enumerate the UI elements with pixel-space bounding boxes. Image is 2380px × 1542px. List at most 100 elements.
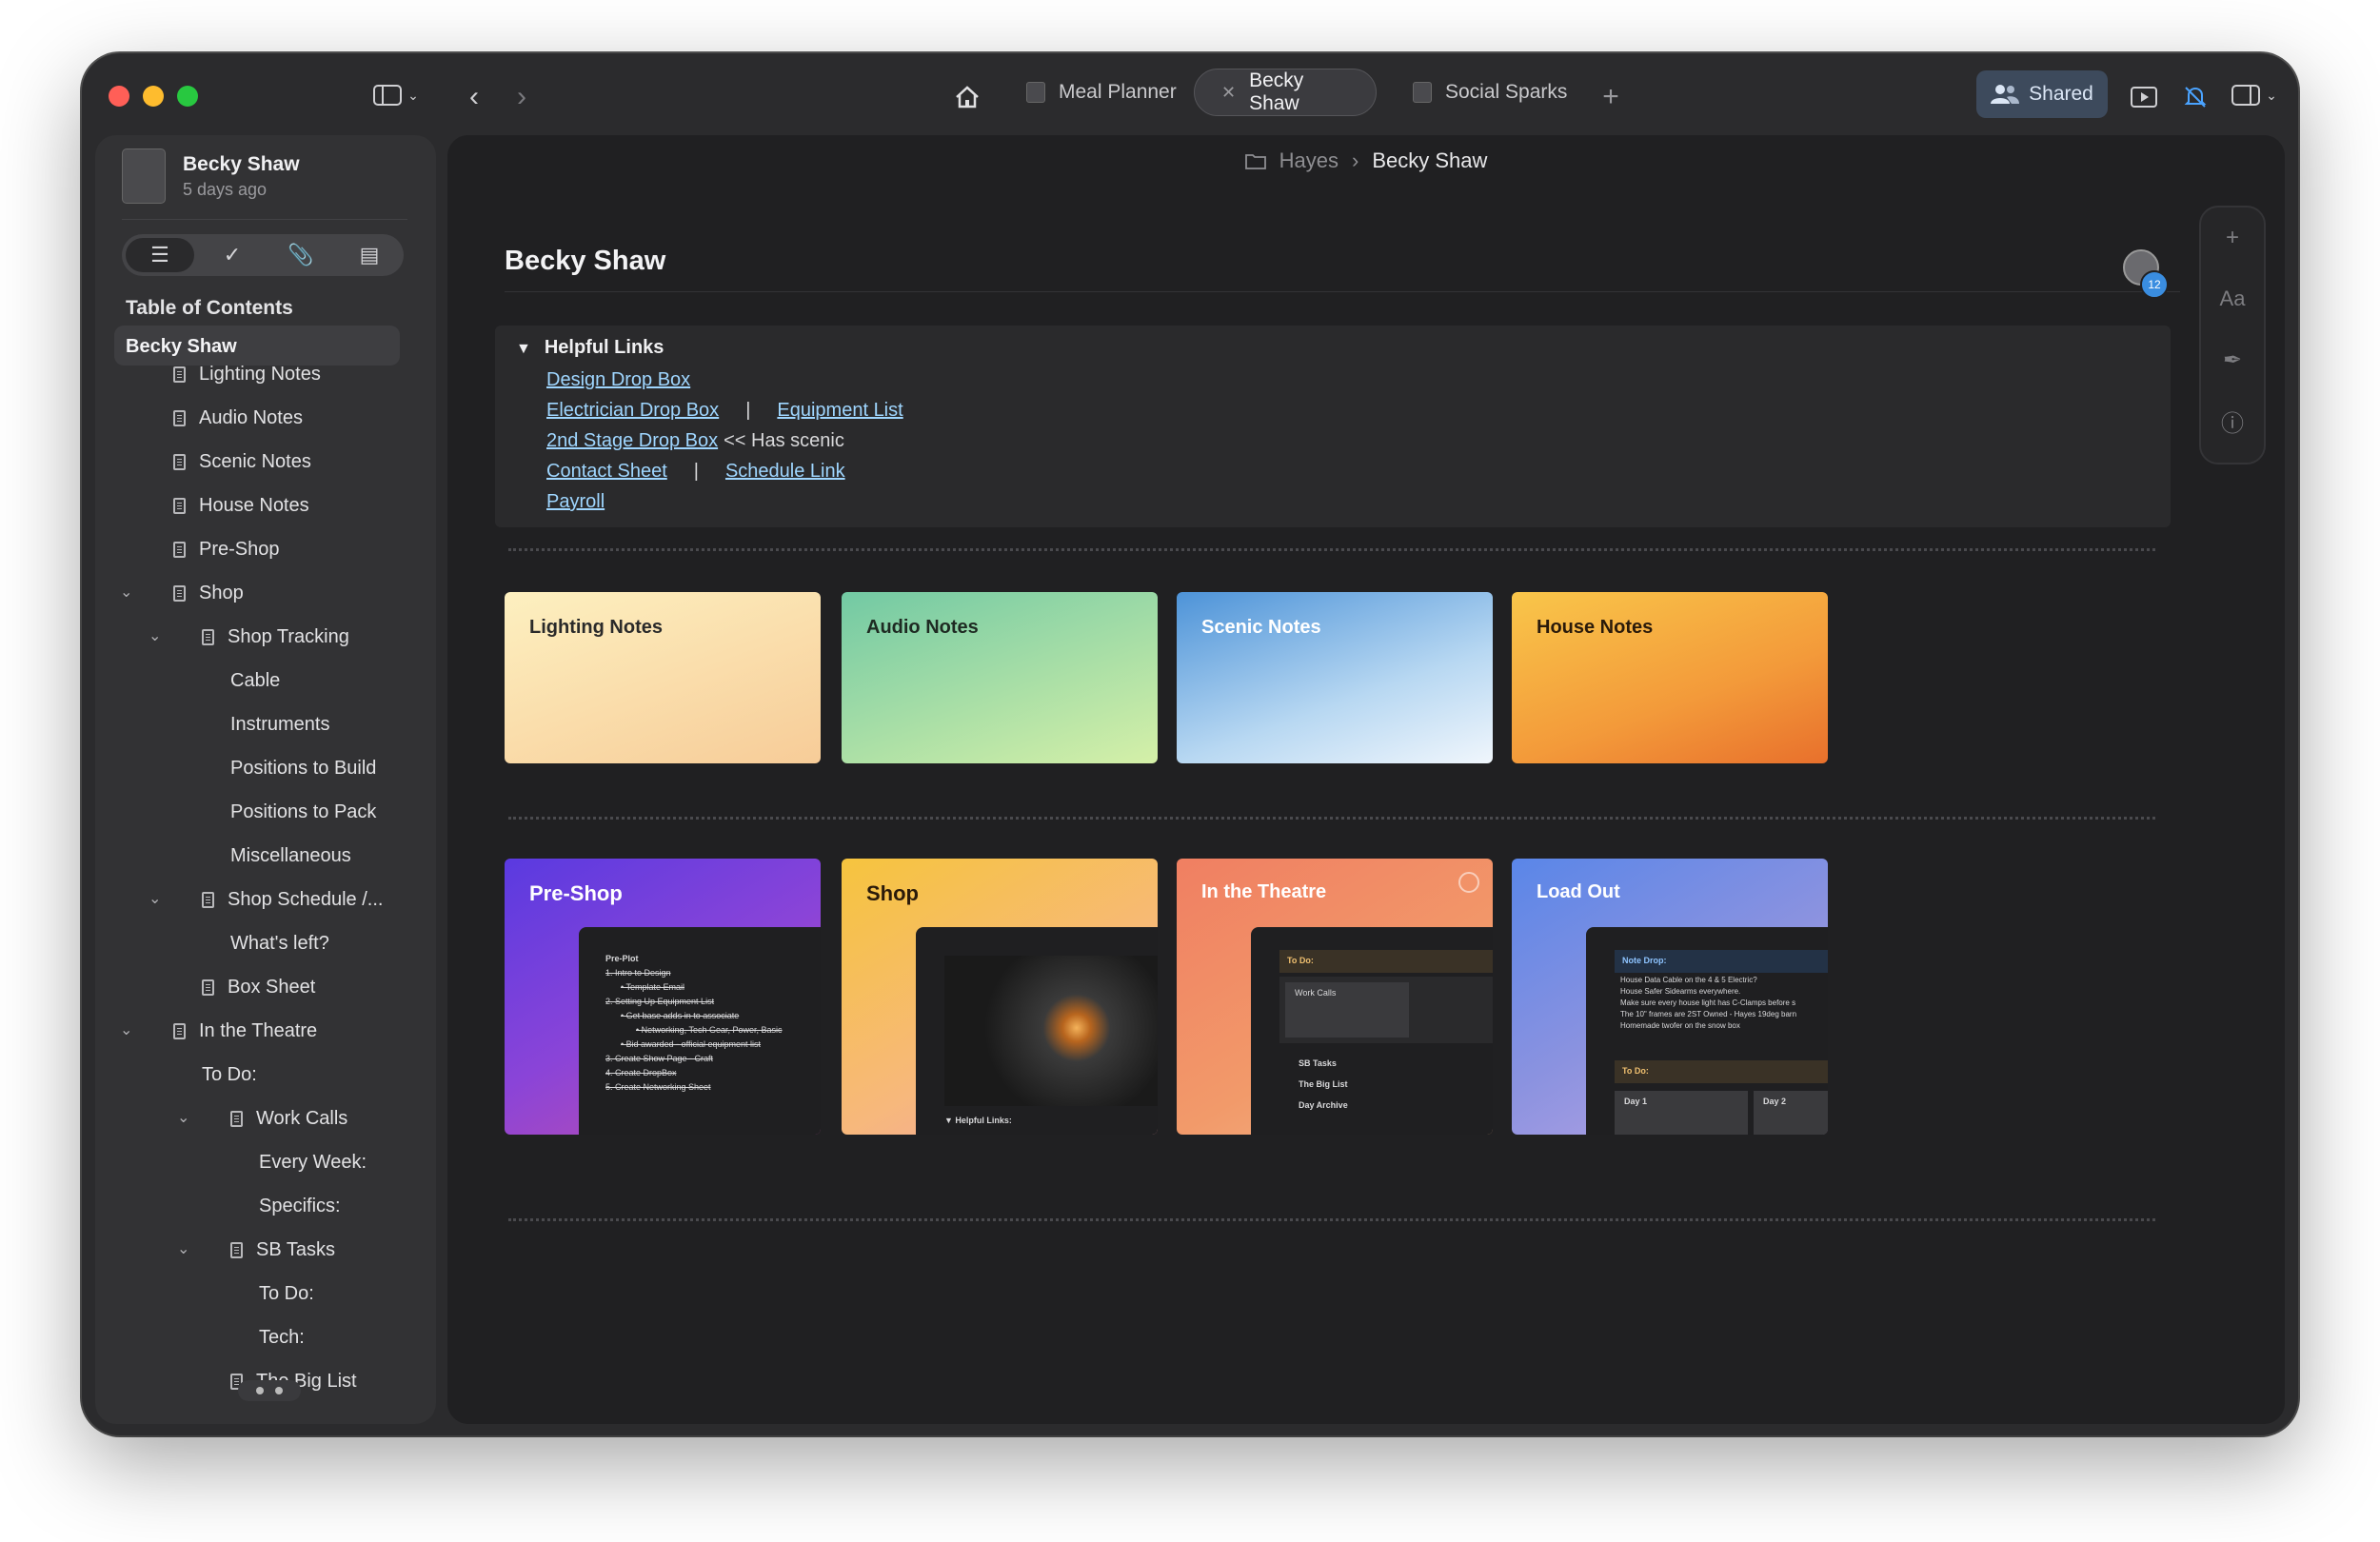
dotted-divider [508, 548, 2155, 551]
forward-button[interactable]: › [503, 78, 541, 116]
people-icon [1991, 85, 2020, 104]
toc-item-label: Shop Schedule /... [228, 888, 384, 910]
preview-line: 4. Create DropBox [605, 1068, 677, 1077]
toc-item-sb-tasks[interactable]: SB Tasks [230, 1231, 335, 1269]
back-button[interactable]: ‹ [455, 78, 493, 116]
card-preview: To Do: Work Calls SB Tasks The Big List … [1251, 927, 1493, 1135]
design-drop-box-link[interactable]: Design Drop Box [546, 369, 690, 391]
zoom-window-button[interactable] [177, 86, 198, 107]
plus-icon: + [2225, 225, 2239, 250]
tasks-mode-button[interactable]: ✓ [198, 234, 267, 276]
page-icon [202, 628, 214, 645]
tab-meal-planner[interactable]: Meal Planner [1000, 69, 1203, 116]
backlinks-mode-button[interactable]: ▤ [335, 234, 404, 276]
toc-item-in-the-theatre[interactable]: In the Theatre [173, 1012, 317, 1050]
plus-icon: + [1602, 81, 1619, 112]
page-icon [173, 497, 186, 514]
equipment-list-link[interactable]: Equipment List [777, 400, 902, 422]
toc-item-box-sheet[interactable]: Box Sheet [202, 968, 315, 1006]
shared-label: Shared [2029, 83, 2093, 105]
toc-item-label: Box Sheet [228, 976, 316, 998]
card-house-notes[interactable]: House Notes [1512, 592, 1828, 763]
chevron-down-icon[interactable]: ⌄ [120, 1020, 132, 1039]
toc-item-label: Pre-Shop [199, 538, 280, 560]
toc-item-audio-notes[interactable]: Audio Notes [173, 399, 303, 437]
minimize-window-button[interactable] [143, 86, 164, 107]
toc-item-positions-to-pack[interactable]: Positions to Pack [230, 793, 376, 831]
card-menu-icon[interactable] [1458, 872, 1479, 893]
toc-item-label: Audio Notes [199, 406, 303, 428]
toc-item-shop-schedule[interactable]: Shop Schedule /... [202, 880, 383, 919]
shared-button[interactable]: Shared [1976, 70, 2108, 118]
card-preview: Pre-Plot 1. Intro to Design • Template E… [579, 927, 821, 1135]
toc-item-instruments[interactable]: Instruments [230, 705, 329, 743]
card-label: Shop [866, 881, 919, 905]
sidebar-scroll-indicator[interactable] [238, 1380, 301, 1401]
inspector-toggle-button[interactable]: ⌄ [2226, 76, 2283, 114]
schedule-link[interactable]: Schedule Link [725, 461, 845, 483]
style-brush-button[interactable]: ✒ [2201, 329, 2264, 390]
home-button[interactable] [946, 76, 988, 118]
preview-block: Work Calls [1279, 977, 1493, 1043]
new-tab-button[interactable]: + [1592, 78, 1630, 116]
close-tab-icon[interactable]: ✕ [1221, 83, 1236, 103]
card-label: Lighting Notes [529, 617, 663, 638]
card-lighting-notes[interactable]: Lighting Notes [505, 592, 821, 763]
toc-item-label: Specifics: [259, 1195, 341, 1216]
toc-item-scenic-notes[interactable]: Scenic Notes [173, 443, 311, 481]
card-scenic-notes[interactable]: Scenic Notes [1177, 592, 1493, 763]
preview-todo: To Do: [1279, 950, 1493, 973]
chevron-down-icon[interactable]: ⌄ [177, 1239, 189, 1258]
breadcrumb-parent[interactable]: Hayes [1279, 148, 1339, 173]
chevron-down-icon[interactable]: ⌄ [177, 1108, 189, 1127]
page-title[interactable]: Becky Shaw [505, 246, 665, 277]
present-button[interactable] [2125, 78, 2163, 116]
toc-item-tech[interactable]: Tech: [259, 1318, 305, 1356]
attachments-mode-button[interactable]: 📎 [267, 234, 335, 276]
tab-social-sparks[interactable]: Social Sparks [1386, 69, 1594, 116]
separator: | [693, 461, 699, 482]
contact-sheet-link[interactable]: Contact Sheet [546, 461, 667, 483]
preview-heading: Pre-Plot [605, 954, 639, 963]
toc-item-label: Cable [230, 669, 281, 691]
toc-item-to-do[interactable]: To Do: [202, 1056, 257, 1094]
toc-mode-button[interactable]: ☰ [126, 238, 194, 272]
tab-becky-shaw[interactable]: ✕ Becky Shaw [1194, 69, 1377, 116]
close-window-button[interactable] [109, 86, 129, 107]
toc-item-shop[interactable]: Shop [173, 574, 244, 612]
card-shop[interactable]: Shop ▼ Helpful Links: [842, 859, 1158, 1135]
insert-button[interactable]: + [2201, 208, 2264, 268]
info-button[interactable]: ⓘ [2201, 390, 2264, 451]
document-title: Becky Shaw [183, 152, 300, 175]
chevron-down-icon[interactable]: ⌄ [149, 626, 161, 645]
toc-item-positions-to-build[interactable]: Positions to Build [230, 749, 376, 787]
toc-item-specifics[interactable]: Specifics: [259, 1187, 341, 1225]
toc-item-cable[interactable]: Cable [230, 662, 280, 700]
toc-item-to-do-2[interactable]: To Do: [259, 1275, 314, 1313]
toc-item-house-notes[interactable]: House Notes [173, 486, 309, 524]
notifications-button[interactable] [2176, 78, 2214, 116]
text-style-button[interactable]: Aa [2201, 268, 2264, 329]
chevron-down-icon[interactable]: ⌄ [149, 889, 161, 908]
card-load-out[interactable]: Load Out Note Drop: House Data Cable on … [1512, 859, 1828, 1135]
helpful-links-block: ▼ Helpful Links Design Drop Box Electrici… [495, 326, 2171, 527]
card-in-the-theatre[interactable]: In the Theatre To Do: Work Calls SB Task… [1177, 859, 1493, 1135]
payroll-link[interactable]: Payroll [546, 491, 605, 513]
toc-item-work-calls[interactable]: Work Calls [230, 1099, 347, 1137]
toc-item-shop-tracking[interactable]: Shop Tracking [202, 618, 349, 656]
helpful-links-toggle[interactable]: ▼ Helpful Links [516, 337, 664, 359]
card-pre-shop[interactable]: Pre-Shop Pre-Plot 1. Intro to Design • T… [505, 859, 821, 1135]
toc-item-whats-left[interactable]: What's left? [230, 924, 329, 962]
toc-item-lighting-notes[interactable]: Lighting Notes [173, 355, 321, 393]
preview-day1: Day 1 [1615, 1091, 1748, 1135]
toc-item-pre-shop[interactable]: Pre-Shop [173, 530, 280, 568]
paperclip-icon: 📎 [288, 243, 314, 267]
toc-item-miscellaneous[interactable]: Miscellaneous [230, 837, 351, 875]
toc-item-every-week[interactable]: Every Week: [259, 1143, 367, 1181]
chevron-down-icon[interactable]: ⌄ [120, 583, 132, 602]
stage2-drop-box-link[interactable]: 2nd Stage Drop Box [546, 430, 718, 452]
card-audio-notes[interactable]: Audio Notes [842, 592, 1158, 763]
electrician-drop-box-link[interactable]: Electrician Drop Box [546, 400, 719, 422]
sidebar-toggle-button[interactable]: ⌄ [367, 76, 425, 114]
document-header[interactable]: Becky Shaw 5 days ago [122, 148, 300, 204]
